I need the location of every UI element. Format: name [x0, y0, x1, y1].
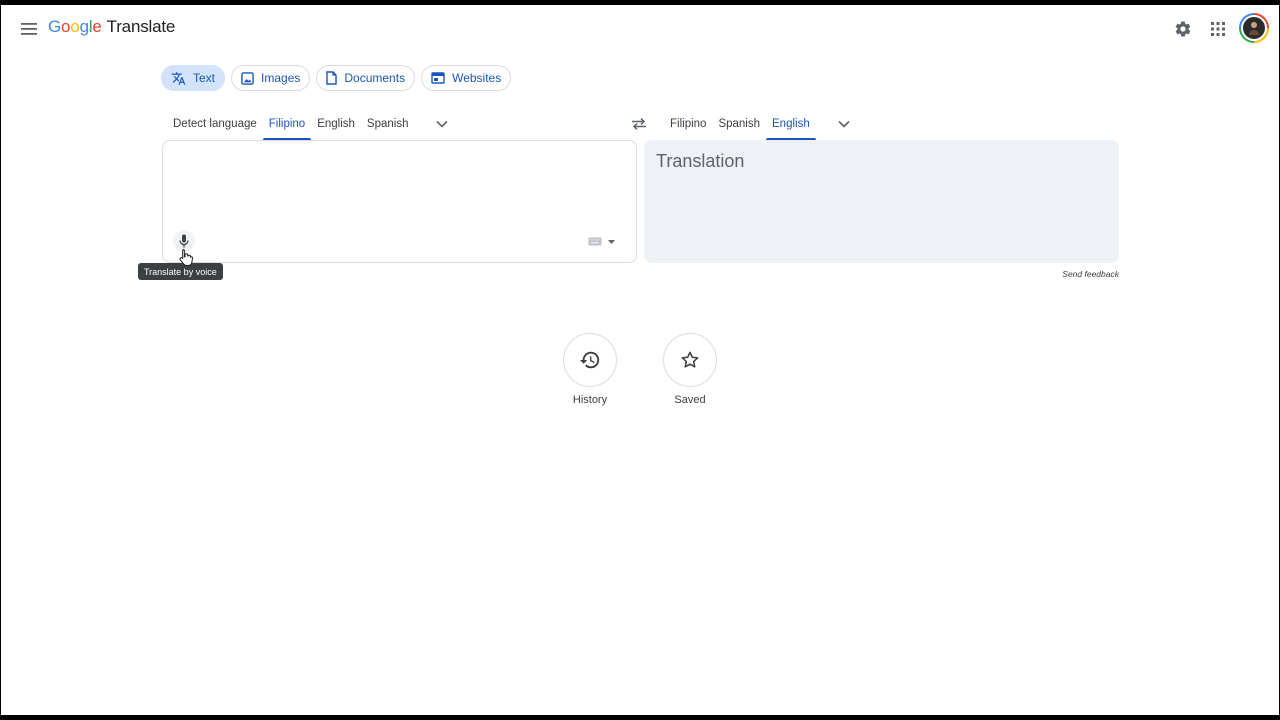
logo-letter: g: [79, 17, 89, 36]
caret-down-icon: [608, 239, 615, 244]
saved-label: Saved: [674, 394, 706, 406]
input-tools-button[interactable]: [588, 237, 615, 246]
chevron-down-icon: [838, 120, 850, 128]
translation-placeholder: Translation: [656, 151, 745, 171]
saved-button[interactable]: [663, 333, 717, 387]
source-lang-english[interactable]: English: [311, 108, 361, 140]
page: Google Translate Text Images Documents W…: [1, 5, 1279, 715]
document-icon: [326, 71, 338, 85]
product-name: Translate: [106, 17, 176, 36]
header: Google Translate: [1, 5, 1279, 53]
source-language-bar: Detect language Filipino English Spanish: [167, 108, 454, 140]
google-apps-button[interactable]: [1204, 15, 1232, 43]
swap-languages-button[interactable]: [627, 112, 651, 136]
google-translate-logo[interactable]: Google Translate: [48, 17, 175, 37]
tab-websites-label: Websites: [452, 71, 502, 85]
translate-icon: [171, 71, 186, 85]
send-feedback-link[interactable]: Send feedback: [1031, 269, 1119, 279]
target-language-bar: Filipino Spanish English: [664, 108, 856, 140]
history-label: History: [572, 394, 608, 406]
history-icon: [579, 351, 600, 369]
logo-letter: o: [70, 17, 80, 36]
saved-shortcut: Saved: [660, 333, 720, 406]
translation-mode-tabs: Text Images Documents Websites: [161, 65, 512, 91]
target-lang-english[interactable]: English: [766, 108, 816, 140]
tab-websites[interactable]: Websites: [421, 65, 512, 91]
star-icon: [681, 351, 699, 368]
tab-documents-label: Documents: [344, 71, 406, 85]
source-more-languages-button[interactable]: [430, 112, 454, 136]
history-shortcut: History: [560, 333, 620, 406]
avatar-figure-icon: [1249, 22, 1259, 35]
menu-icon: [21, 23, 37, 35]
logo-letter: o: [61, 17, 71, 36]
gear-icon: [1175, 21, 1191, 37]
microphone-icon: [179, 234, 189, 248]
chevron-down-icon: [436, 120, 449, 128]
source-text-panel: [162, 140, 637, 263]
tab-documents[interactable]: Documents: [316, 65, 416, 91]
target-lang-spanish[interactable]: Spanish: [712, 108, 766, 140]
swap-icon: [632, 117, 646, 131]
target-more-languages-button[interactable]: [832, 112, 856, 136]
keyboard-icon: [588, 237, 602, 246]
account-avatar[interactable]: [1239, 13, 1269, 43]
tab-images-label: Images: [261, 71, 301, 85]
hand-cursor-icon: [179, 249, 193, 266]
history-button[interactable]: [563, 333, 617, 387]
logo-letter: e: [92, 17, 102, 36]
source-lang-filipino[interactable]: Filipino: [262, 108, 312, 140]
tab-images[interactable]: Images: [231, 65, 311, 91]
source-text-input[interactable]: [175, 153, 615, 233]
source-lang-spanish[interactable]: Spanish: [361, 108, 415, 140]
main-menu-button[interactable]: [15, 15, 43, 43]
source-lang-detect[interactable]: Detect language: [167, 108, 263, 140]
translation-output-panel: Translation: [644, 140, 1119, 263]
web-icon: [431, 72, 445, 84]
image-icon: [241, 71, 254, 85]
tab-text[interactable]: Text: [161, 65, 226, 91]
avatar-image: [1241, 15, 1267, 41]
tab-text-label: Text: [193, 71, 216, 85]
logo-letter: G: [48, 17, 62, 36]
settings-button[interactable]: [1169, 15, 1197, 43]
target-lang-filipino[interactable]: Filipino: [664, 108, 712, 140]
apps-grid-icon: [1211, 22, 1225, 36]
